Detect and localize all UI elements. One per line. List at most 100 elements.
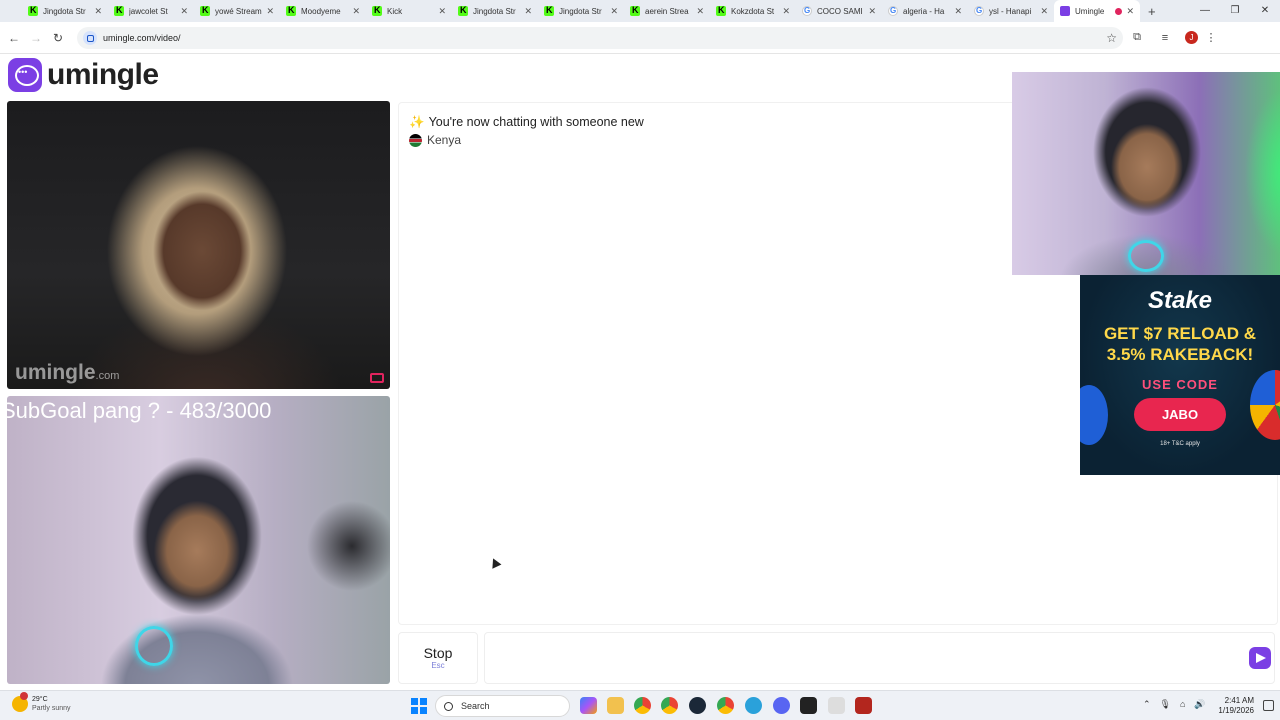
report-icon[interactable]: [370, 373, 384, 383]
forward-button[interactable]: →: [25, 31, 47, 45]
country-name: Kenya: [427, 133, 462, 147]
browser-tab[interactable]: Jingdota Str ✕: [22, 0, 108, 22]
reload-button[interactable]: ↻: [47, 31, 69, 45]
weather-widget[interactable]: 29°C Partly sunny: [12, 692, 71, 713]
chat-bubble-logo-icon: [8, 58, 42, 92]
close-tab-icon[interactable]: ✕: [352, 6, 360, 17]
new-tab-button[interactable]: +: [1148, 4, 1156, 19]
tab-label: yowé Stream: [215, 6, 262, 16]
ball-graphic: [1080, 385, 1108, 445]
app-icon[interactable]: [828, 697, 845, 714]
browser-tab[interactable]: Moodyeme ✕: [280, 0, 366, 22]
partner-country: Kenya: [409, 133, 461, 147]
stop-button[interactable]: Stop Esc: [398, 632, 478, 684]
browser-tab[interactable]: algeria - Ha ✕: [882, 0, 968, 22]
microphone-icon[interactable]: 🎙: [1160, 699, 1171, 710]
windows-start-icon[interactable]: [411, 698, 427, 714]
copilot-icon[interactable]: [580, 697, 597, 714]
chrome-profile-icon[interactable]: [661, 697, 678, 714]
self-video: SubGoal pang ? - 483/3000: [7, 396, 390, 684]
tab-label: Jingdota Str: [473, 6, 516, 16]
sparkle-icon: ✨: [409, 115, 425, 129]
tab-label: jawcolet St: [129, 6, 168, 16]
close-tab-icon[interactable]: ✕: [1126, 6, 1134, 17]
browser-tab[interactable]: COCO SAMI ✕: [796, 0, 882, 22]
close-tab-icon[interactable]: ✕: [696, 6, 704, 17]
kick-icon: [630, 5, 640, 16]
telegram-icon[interactable]: [745, 697, 762, 714]
restore-button[interactable]: ❐: [1220, 0, 1250, 22]
extensions-icon[interactable]: ⧉: [1123, 31, 1151, 44]
tab-label: Umingle: [1075, 6, 1105, 16]
bookmark-star-icon[interactable]: ☆: [1106, 31, 1117, 45]
browser-menu-icon[interactable]: ⋮: [1204, 31, 1218, 44]
partly-sunny-icon: [12, 692, 28, 712]
kick-icon: [114, 5, 124, 16]
taskbar-clock[interactable]: 2:41 AM 1/19/2026: [1218, 696, 1254, 716]
clock-time: 2:41 AM: [1224, 696, 1254, 705]
browser-tab[interactable]: Jingdota Str ✕: [452, 0, 538, 22]
browser-tab[interactable]: aerein Strea ✕: [624, 0, 710, 22]
close-tab-icon[interactable]: ✕: [868, 6, 876, 17]
tab-label: Moodyeme: [301, 6, 341, 16]
browser-toolbar: ← → ↻ umingle.com/video/ ☆ ⧉ ≡ J ⋮: [0, 22, 1280, 54]
kick-icon: [544, 5, 554, 16]
browser-tab[interactable]: Jingdota Str ✕: [538, 0, 624, 22]
network-icon[interactable]: ⌂: [1180, 699, 1185, 710]
notification-badge: [20, 692, 28, 700]
kick-icon: [372, 5, 382, 16]
address-bar[interactable]: umingle.com/video/ ☆: [77, 26, 1123, 49]
browser-tab[interactable]: yowé Stream ✕: [194, 0, 280, 22]
file-explorer-icon[interactable]: [607, 697, 624, 714]
browser-tab[interactable]: ysl - Hanapi ✕: [968, 0, 1054, 22]
back-button[interactable]: ←: [3, 31, 25, 45]
browser-tab[interactable]: Kokzdota St ✕: [710, 0, 796, 22]
minimize-button[interactable]: —: [1190, 0, 1220, 22]
streamer-webcam-overlay: [1012, 72, 1280, 275]
subgoal-overlay-text: SubGoal pang ? - 483/3000: [7, 398, 272, 423]
logo-text: umingle: [47, 58, 159, 91]
search-icon: [444, 701, 453, 711]
notification-center-icon[interactable]: [1263, 700, 1274, 711]
tab-label: ysl - Hanapi: [989, 6, 1032, 16]
browser-tab[interactable]: Umingle ✕: [1054, 0, 1140, 22]
browser-tab[interactable]: Kick ✕: [366, 0, 452, 22]
close-tab-icon[interactable]: ✕: [266, 6, 274, 17]
kick-icon: [286, 5, 296, 16]
chrome-icon[interactable]: [634, 697, 651, 714]
close-tab-icon[interactable]: ✕: [1040, 6, 1048, 17]
media-controls-icon[interactable]: ≡: [1151, 32, 1179, 44]
stake-logo: Stake: [1147, 287, 1213, 314]
obs-icon[interactable]: [800, 697, 817, 714]
close-tab-icon[interactable]: ✕: [524, 6, 532, 17]
taskbar-search[interactable]: Search: [435, 695, 570, 717]
url-text[interactable]: umingle.com/video/: [103, 33, 181, 43]
discord-icon[interactable]: [773, 697, 790, 714]
volume-icon[interactable]: 🔊: [1194, 699, 1205, 710]
google-icon: [888, 6, 898, 16]
umingle-logo[interactable]: umingle: [8, 58, 159, 92]
chrome-active-icon[interactable]: [717, 697, 734, 714]
close-tab-icon[interactable]: ✕: [782, 6, 790, 17]
system-tray: ⌃ 🎙 ⌂ 🔊: [1143, 699, 1206, 710]
kick-icon: [28, 5, 38, 16]
browser-tab[interactable]: jawcolet St ✕: [108, 0, 194, 22]
close-tab-icon[interactable]: ✕: [438, 6, 446, 17]
dota-icon[interactable]: [855, 697, 872, 714]
steam-icon[interactable]: [689, 697, 706, 714]
chat-status-text: You're now chatting with someone new: [428, 115, 644, 129]
tray-overflow-icon[interactable]: ⌃: [1143, 699, 1151, 710]
stop-button-label: Stop: [423, 645, 453, 661]
profile-avatar[interactable]: J: [1185, 31, 1198, 44]
close-tab-icon[interactable]: ✕: [94, 6, 102, 17]
close-tab-icon[interactable]: ✕: [180, 6, 188, 17]
close-window-button[interactable]: ✕: [1250, 0, 1280, 22]
tab-label: algeria - Ha: [903, 6, 945, 16]
close-tab-icon[interactable]: ✕: [610, 6, 618, 17]
close-tab-icon[interactable]: ✕: [954, 6, 962, 17]
kick-icon: [716, 5, 726, 16]
message-input[interactable]: [484, 632, 1275, 684]
site-info-icon[interactable]: [83, 30, 97, 45]
tab-label: aerein Strea: [645, 6, 689, 16]
send-icon[interactable]: [1249, 647, 1271, 669]
